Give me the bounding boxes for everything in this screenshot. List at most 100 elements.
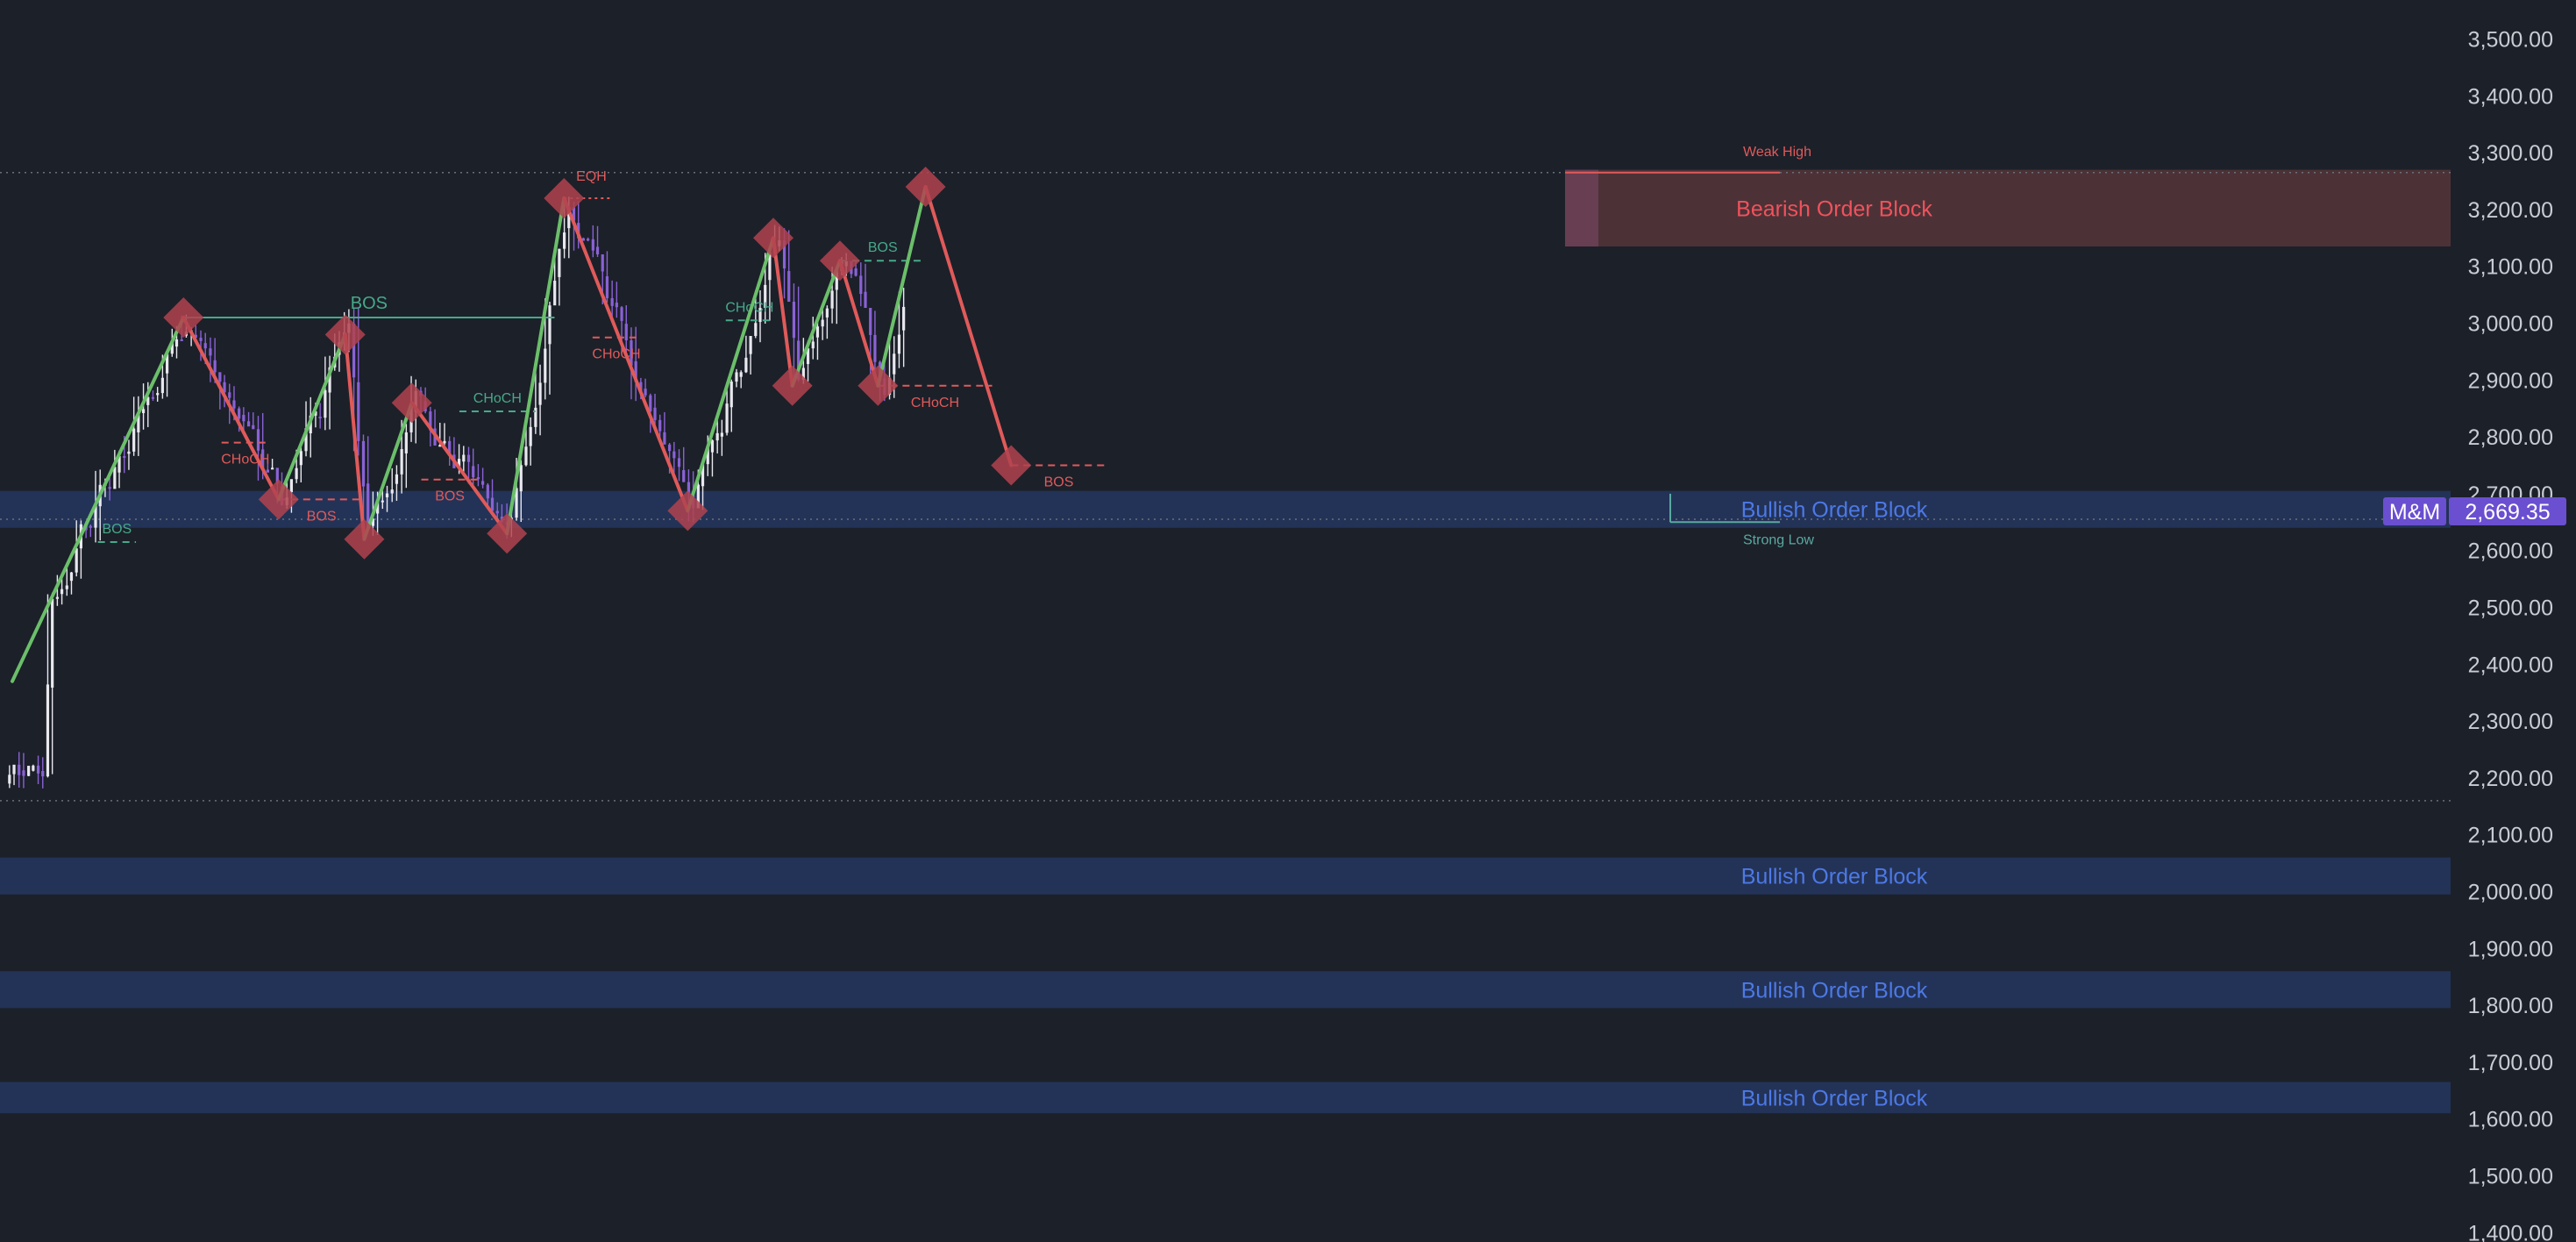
bullish-order-block-label: Bullish Order Block bbox=[1741, 978, 1928, 1003]
candle-body bbox=[677, 458, 681, 468]
candle-body bbox=[252, 425, 255, 430]
candle-body bbox=[864, 291, 867, 308]
candle-body bbox=[710, 440, 715, 453]
bullish-order-block-label: Bullish Order Block bbox=[1741, 498, 1928, 523]
candle-body bbox=[558, 248, 561, 277]
candle-body bbox=[218, 372, 222, 382]
candle-body bbox=[132, 428, 136, 452]
y-tick-label: 2,500.00 bbox=[2468, 596, 2553, 621]
bearish-order-block-label: Bearish Order Block bbox=[1736, 196, 1932, 221]
candle-body bbox=[591, 239, 594, 251]
bos-label: BOS bbox=[351, 294, 388, 313]
bearish-order-block bbox=[1565, 169, 2451, 247]
candle-body bbox=[610, 297, 614, 306]
candle-body bbox=[381, 500, 384, 503]
candle-body bbox=[792, 302, 796, 339]
candle-body bbox=[400, 449, 403, 475]
candle-body bbox=[653, 407, 657, 420]
candle-body bbox=[601, 253, 604, 272]
candle-body bbox=[289, 479, 294, 493]
candle-body bbox=[209, 348, 212, 356]
candle-body bbox=[60, 589, 64, 595]
candle-body bbox=[472, 466, 475, 478]
y-tick-label: 3,100.00 bbox=[2468, 255, 2553, 280]
candle-body bbox=[141, 409, 146, 413]
candle-body bbox=[65, 585, 68, 589]
candle-body bbox=[486, 484, 489, 499]
candle-body bbox=[715, 432, 719, 441]
y-tick-label: 2,300.00 bbox=[2468, 710, 2553, 734]
candle-body bbox=[815, 326, 820, 338]
candle-body bbox=[180, 339, 183, 341]
candle-body bbox=[404, 432, 408, 453]
bullish-order-block bbox=[0, 1081, 2451, 1114]
candle-body bbox=[27, 766, 31, 776]
candle-body bbox=[739, 372, 743, 377]
bos-label: BOS bbox=[307, 509, 337, 524]
candle-body bbox=[256, 429, 260, 451]
bos-label: BOS bbox=[868, 240, 898, 255]
y-tick-label: 2,200.00 bbox=[2468, 767, 2553, 791]
candle-body bbox=[174, 339, 179, 347]
candle-body bbox=[366, 483, 370, 526]
candle-body bbox=[160, 377, 164, 394]
candle-body bbox=[605, 275, 609, 298]
choch-label: CHoCH bbox=[911, 396, 959, 410]
candle-body bbox=[893, 353, 896, 375]
candle-body bbox=[36, 765, 40, 774]
price-chart[interactable]: Weak High Strong Low BOS BOS CHoCH BOS BOS CHo… bbox=[0, 0, 2576, 1242]
candle-body bbox=[481, 481, 485, 485]
candle-body bbox=[361, 440, 366, 487]
candle-body bbox=[238, 408, 241, 419]
candle-body bbox=[658, 419, 662, 432]
candle-body bbox=[390, 489, 394, 494]
candle-body bbox=[213, 360, 217, 373]
y-tick-label: 3,000.00 bbox=[2468, 312, 2553, 337]
candle-body bbox=[519, 465, 523, 492]
y-tick-label: 2,100.00 bbox=[2468, 824, 2553, 848]
candle-body bbox=[854, 268, 857, 276]
candle-body bbox=[357, 382, 360, 441]
candle-body bbox=[615, 303, 618, 308]
candle-body bbox=[873, 334, 877, 362]
candle-body bbox=[749, 336, 752, 354]
bullish-order-block bbox=[0, 857, 2451, 895]
candle-body bbox=[51, 598, 54, 688]
candle-body bbox=[318, 417, 322, 419]
bos-label: BOS bbox=[1044, 475, 1074, 490]
y-tick-label: 2,400.00 bbox=[2468, 653, 2553, 677]
candle-body bbox=[553, 281, 557, 306]
candle-body bbox=[725, 403, 729, 433]
y-tick-label: 3,500.00 bbox=[2468, 28, 2553, 53]
candle-body bbox=[563, 232, 566, 249]
candle-body bbox=[32, 765, 35, 771]
candle-body bbox=[46, 684, 50, 777]
symbol-price-tag: M&M 2,669.35 bbox=[2383, 497, 2566, 525]
candle-body bbox=[902, 306, 906, 331]
candle-body bbox=[821, 319, 824, 327]
bullish-order-block-label: Bullish Order Block bbox=[1741, 865, 1928, 889]
y-tick-label: 1,500.00 bbox=[2468, 1165, 2553, 1189]
candle-body bbox=[246, 421, 251, 427]
eqh-label: EQH bbox=[576, 169, 607, 184]
candle-body bbox=[462, 454, 466, 462]
candle-body bbox=[668, 444, 672, 452]
candle-body bbox=[672, 451, 676, 459]
candle-body bbox=[644, 389, 647, 396]
y-tick-label: 2,000.00 bbox=[2468, 881, 2553, 905]
candle-body bbox=[443, 440, 446, 444]
bearish-ob-origin bbox=[1565, 169, 1598, 247]
candle-body bbox=[299, 451, 302, 466]
y-tick-label: 1,400.00 bbox=[2468, 1221, 2553, 1242]
candle-body bbox=[544, 348, 547, 383]
candle-body bbox=[859, 275, 863, 295]
candle-body bbox=[538, 382, 542, 405]
candle-body bbox=[787, 271, 791, 303]
candle-body bbox=[266, 469, 269, 473]
candle-body bbox=[495, 510, 499, 514]
candle-body bbox=[41, 771, 45, 777]
candle-body bbox=[663, 432, 666, 445]
candle-body bbox=[595, 246, 600, 254]
candle-body bbox=[620, 307, 623, 321]
candle-body bbox=[18, 764, 21, 775]
